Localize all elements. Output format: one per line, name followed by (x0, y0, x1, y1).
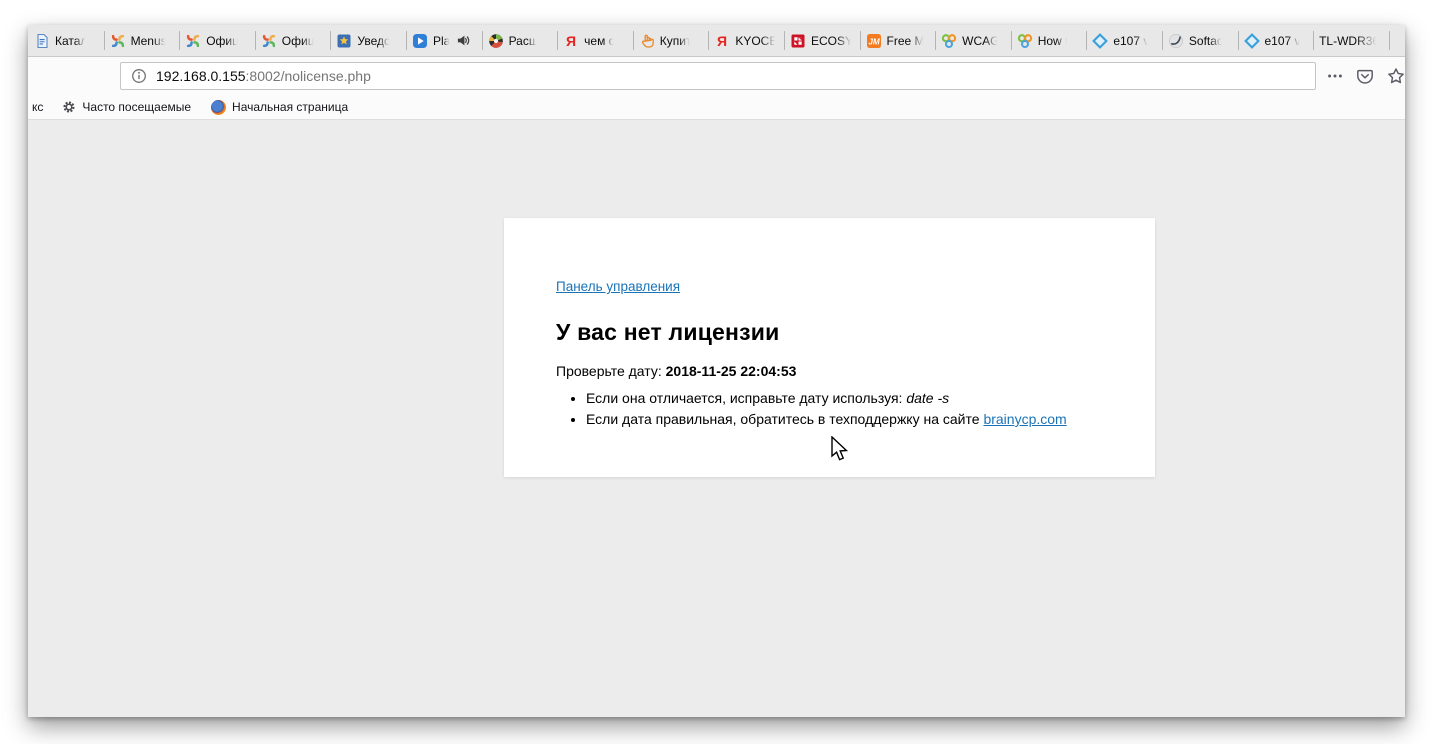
browser-tab[interactable]: TL-WDR36 (1313, 25, 1389, 56)
circles-icon (941, 33, 957, 49)
firefox-icon (211, 100, 226, 115)
click-icon (639, 33, 655, 49)
tab-label: TL-WDR36 (1319, 34, 1379, 48)
bookmarks-toolbar: кс Часто посещаемые Начальная страница (28, 95, 1405, 119)
page-content: Панель управления У вас нет лицензии Про… (28, 119, 1405, 716)
tab-label: Menus (131, 34, 167, 48)
catalog-icon (34, 33, 50, 49)
tab-label: e107 v (1113, 34, 1149, 48)
site-info-icon[interactable] (131, 68, 147, 84)
browser-tab[interactable]: Катал (28, 25, 104, 56)
svg-text:JM: JM (868, 37, 880, 46)
e107-icon (1244, 33, 1260, 49)
tab-label: KYOCE (735, 34, 777, 48)
tab-label: ECOSY (811, 34, 853, 48)
joomla-icon (110, 33, 126, 49)
tab-label: Pla (433, 34, 450, 48)
browser-tab[interactable]: JM Free M (860, 25, 936, 56)
browser-tab[interactable]: e107 v (1086, 25, 1162, 56)
tab-label: Уведо (357, 34, 390, 48)
bookmark-label: Часто посещаемые (82, 100, 191, 114)
extensions-icon (488, 33, 504, 49)
browser-tab[interactable]: Офиц (179, 25, 255, 56)
svg-text:Я: Я (566, 33, 576, 49)
browser-tab[interactable]: WCAG (935, 25, 1011, 56)
urlbar-actions (1327, 67, 1405, 85)
browser-tab[interactable]: Softac (1162, 25, 1238, 56)
bookmark-star-icon[interactable] (1387, 67, 1405, 85)
e107-icon (1092, 33, 1108, 49)
browser-tab[interactable]: Расш (482, 25, 558, 56)
bookmark-item-frequently-visited[interactable]: Часто посещаемые (55, 98, 198, 116)
browser-tab[interactable]: Я KYOCE (708, 25, 784, 56)
joomla-icon (185, 33, 201, 49)
pocket-icon[interactable] (1356, 67, 1374, 85)
page-actions-icon[interactable] (1327, 68, 1343, 84)
navigation-toolbar: 192.168.0.155:8002/nolicense.php (28, 57, 1405, 95)
url-text: 192.168.0.155:8002/nolicense.php (156, 68, 371, 84)
kyocera-icon (790, 33, 806, 49)
jm-icon: JM (866, 33, 882, 49)
browser-tab[interactable]: Pla (406, 25, 482, 56)
tab-bar: Катал Menus Офиц Офиц Уведо Pla Расш Я ч… (28, 25, 1405, 57)
yandex-icon: Я (563, 33, 579, 49)
browser-tab[interactable]: Купит (633, 25, 709, 56)
license-error-card: Панель управления У вас нет лицензии Про… (504, 218, 1155, 477)
tab-label: Офиц (282, 34, 315, 48)
url-bar[interactable]: 192.168.0.155:8002/nolicense.php (120, 62, 1316, 90)
tab-label: e107 v (1265, 34, 1301, 48)
tab-separator (1389, 31, 1390, 50)
browser-tab[interactable]: How t (1011, 25, 1087, 56)
svg-text:Я: Я (717, 33, 727, 49)
play-icon (412, 33, 428, 49)
gear-icon (62, 100, 76, 114)
screenshot-canvas: Катал Menus Офиц Офиц Уведо Pla Расш Я ч… (0, 0, 1433, 744)
browser-tab[interactable]: ECOSY (784, 25, 860, 56)
date-label: Проверьте дату: (556, 363, 662, 379)
tab-label: WCAG (962, 34, 999, 48)
yandex-icon: Я (714, 33, 730, 49)
softaculous-icon (1168, 33, 1184, 49)
tab-label: Катал (55, 34, 87, 48)
tab-label: Softac (1189, 34, 1223, 48)
tab-label: чем о (584, 34, 615, 48)
date-value: 2018-11-25 22:04:53 (666, 363, 797, 379)
browser-tab[interactable]: Офиц (255, 25, 331, 56)
bookmark-item-home-page[interactable]: Начальная страница (204, 98, 355, 117)
browser-tab[interactable]: Я чем о (557, 25, 633, 56)
list-item: Если она отличается, исправьте дату испо… (586, 390, 1105, 407)
badge-icon (336, 33, 352, 49)
tab-label: How t (1038, 34, 1069, 48)
date-command: date -s (906, 390, 949, 406)
bookmark-item-partial[interactable]: кс (30, 98, 45, 116)
control-panel-link[interactable]: Панель управления (556, 279, 680, 294)
list-item-text: Если дата правильная, обратитесь в техпо… (586, 411, 980, 427)
tab-audio-speaker-icon[interactable] (456, 33, 471, 48)
browser-tab[interactable]: Уведо (330, 25, 406, 56)
joomla-icon (261, 33, 277, 49)
circles-icon (1017, 33, 1033, 49)
mouse-cursor (831, 436, 850, 468)
list-item: Если дата правильная, обратитесь в техпо… (586, 411, 1105, 428)
list-item-text: Если она отличается, исправьте дату испо… (586, 390, 902, 406)
brainycp-link[interactable]: brainycp.com (983, 411, 1066, 427)
tab-label: Расш (509, 34, 539, 48)
date-line: Проверьте дату: 2018-11-25 22:04:53 (556, 363, 1105, 379)
tab-label: Купит (660, 34, 692, 48)
url-host: 192.168.0.155 (156, 68, 246, 84)
tab-label: Free M (887, 34, 925, 48)
browser-window: Катал Menus Офиц Офиц Уведо Pla Расш Я ч… (28, 25, 1405, 717)
bookmark-label: Начальная страница (232, 100, 348, 114)
url-path: :8002/nolicense.php (246, 68, 371, 84)
page-title: У вас нет лицензии (556, 319, 1105, 346)
tab-label: Офиц (206, 34, 239, 48)
browser-tab[interactable]: Menus (104, 25, 180, 56)
instruction-list: Если она отличается, исправьте дату испо… (556, 390, 1105, 428)
browser-tab[interactable]: e107 v (1238, 25, 1314, 56)
